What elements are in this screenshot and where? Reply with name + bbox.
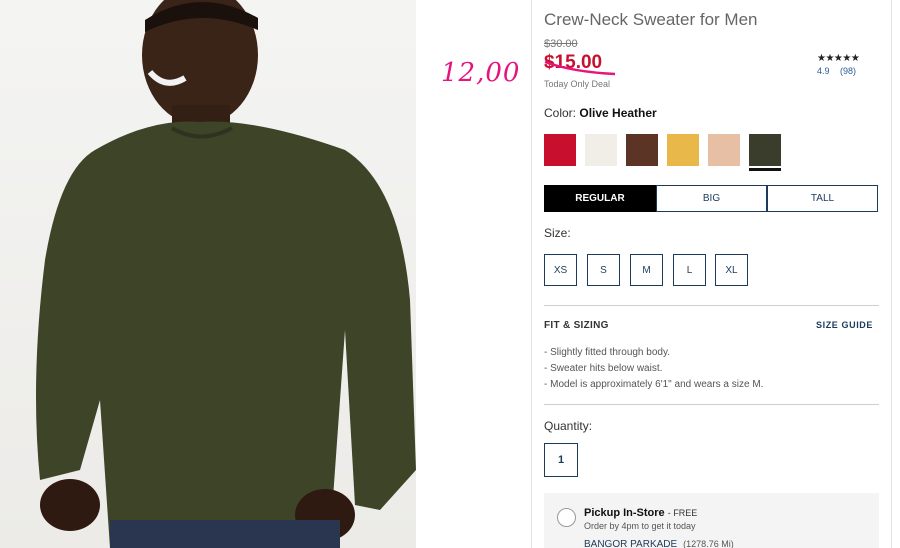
store-distance: (1278.76 Mi): [683, 539, 734, 548]
list-item: Slightly fitted through body.: [544, 345, 763, 361]
swatch-ivory[interactable]: [585, 134, 617, 166]
list-item: Model is approximately 6'1" and wears a …: [544, 377, 763, 393]
size-m-button[interactable]: M: [630, 254, 663, 286]
pickup-title: Pickup In-Store - FREE: [584, 507, 698, 519]
star-rating-icon: ★★★★★: [817, 53, 860, 64]
model-illustration: [36, 0, 416, 548]
fit-sizing-heading: FIT & SIZING: [544, 320, 609, 331]
pickup-store-link[interactable]: BANGOR PARKADE (1278.76 Mi): [584, 539, 734, 548]
deal-text: Today Only Deal: [544, 79, 611, 89]
price-strike-annotation: [544, 60, 616, 76]
swatch-olive[interactable]: [749, 134, 781, 171]
original-price: $30.00: [544, 38, 578, 50]
rating-score: 4.9: [817, 66, 830, 76]
size-xl-button[interactable]: XL: [715, 254, 748, 286]
divider: [544, 305, 879, 306]
product-image[interactable]: [0, 0, 416, 548]
size-guide-link[interactable]: SIZE GUIDE: [816, 320, 873, 330]
size-l-button[interactable]: L: [673, 254, 706, 286]
pickup-free-label: - FREE: [667, 508, 698, 518]
product-page: Crew-Neck Sweater for Men $30.00 $15.00 …: [0, 0, 900, 548]
pickup-in-store-option[interactable]: Pickup In-Store - FREE Order by 4pm to g…: [544, 493, 879, 548]
color-label: Color: Olive Heather: [544, 106, 657, 120]
selected-color-name: Olive Heather: [579, 106, 657, 120]
swatch-mustard[interactable]: [667, 134, 699, 166]
divider-left: [531, 0, 532, 548]
size-xs-button[interactable]: XS: [544, 254, 577, 286]
pickup-radio[interactable]: [557, 508, 576, 527]
product-title: Crew-Neck Sweater for Men: [544, 10, 758, 29]
fit-sizing-list: Slightly fitted through body. Sweater hi…: [544, 345, 763, 393]
quantity-label: Quantity:: [544, 419, 593, 433]
review-count[interactable]: (98): [840, 66, 856, 76]
list-item: Sweater hits below waist.: [544, 361, 763, 377]
tab-big[interactable]: BIG: [656, 185, 767, 212]
pickup-subtitle: Order by 4pm to get it today: [584, 521, 696, 531]
divider-right: [891, 0, 892, 548]
tab-tall[interactable]: TALL: [767, 185, 878, 212]
size-label: Size:: [544, 226, 571, 240]
swatch-red[interactable]: [544, 134, 576, 166]
swatch-blush[interactable]: [708, 134, 740, 166]
size-s-button[interactable]: S: [587, 254, 620, 286]
tab-regular[interactable]: REGULAR: [544, 185, 656, 212]
rating-summary[interactable]: ★★★★★ 4.9 (98): [817, 53, 864, 76]
quantity-input[interactable]: 1: [544, 443, 578, 477]
swatch-brown[interactable]: [626, 134, 658, 166]
divider: [544, 404, 879, 405]
handwritten-price-annotation: 12,00: [441, 58, 521, 88]
